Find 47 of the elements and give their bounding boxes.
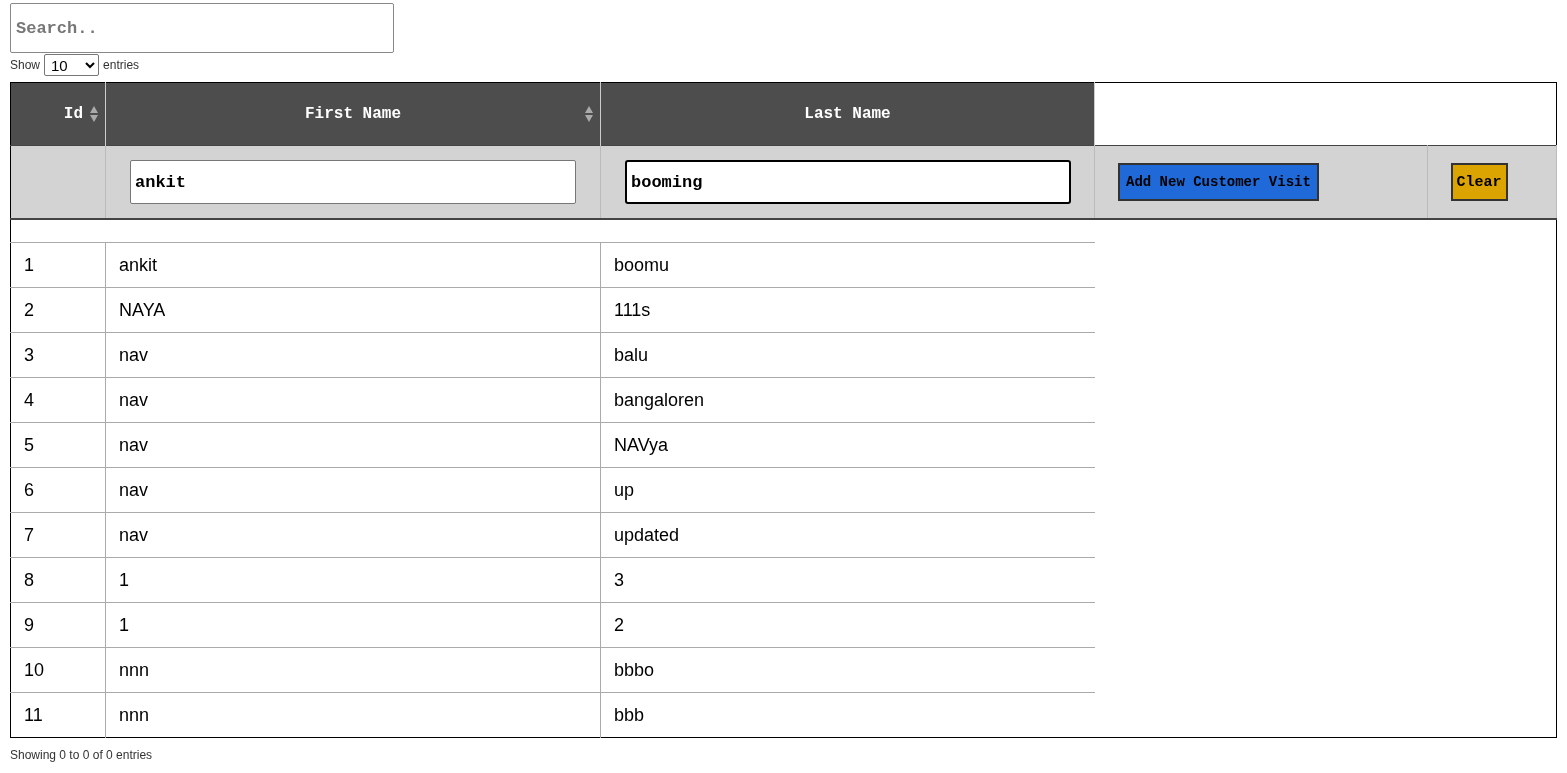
search-field[interactable]: Search.. xyxy=(10,3,394,53)
table-cell: bbbo xyxy=(600,647,1095,693)
table-cell: bbb xyxy=(600,692,1095,738)
table-cell: 111s xyxy=(600,287,1095,333)
table-cell: 1 xyxy=(10,242,106,288)
table-cell: up xyxy=(600,467,1095,513)
table-cell: 9 xyxy=(10,602,106,648)
table-cell: balu xyxy=(600,332,1095,378)
table-cell: 3 xyxy=(600,557,1095,603)
table-cell: nnn xyxy=(105,692,601,738)
column-header[interactable]: Id xyxy=(10,82,106,146)
table-cell: 2 xyxy=(10,287,106,333)
entries-info: Showing 0 to 0 of 0 entries xyxy=(10,748,154,762)
clear-button[interactable]: Clear xyxy=(1450,163,1508,201)
table-cell: boomu xyxy=(600,242,1095,288)
table-cell: 6 xyxy=(10,467,106,513)
entries-label: entries xyxy=(103,58,140,72)
table-cell: nav xyxy=(105,467,601,513)
table-cell: 4 xyxy=(10,377,106,423)
table-cell: NAVya xyxy=(600,422,1095,468)
table-cell: nnn xyxy=(105,647,601,693)
table-cell: bangaloren xyxy=(600,377,1095,423)
table-cell: nav xyxy=(105,332,601,378)
table-cell: 2 xyxy=(600,602,1095,648)
table-cell: nav xyxy=(105,512,601,558)
column-header[interactable]: First Name xyxy=(105,82,601,146)
entries-dropdown[interactable]: 10 xyxy=(44,54,100,76)
table-cell: 5 xyxy=(10,422,106,468)
last-name-field[interactable]: booming xyxy=(625,160,1071,204)
first-name-field[interactable]: ankit xyxy=(130,160,576,204)
sort-icon xyxy=(584,105,594,123)
table-cell: 7 xyxy=(10,512,106,558)
table-cell: ankit xyxy=(105,242,601,288)
sort-icon xyxy=(89,105,99,123)
show-label: Show xyxy=(10,58,41,72)
table-cell: updated xyxy=(600,512,1095,558)
table-cell: 3 xyxy=(10,332,106,378)
add-visit-button[interactable]: Add New Customer Visit xyxy=(1118,163,1319,201)
table-cell: 10 xyxy=(10,647,106,693)
table-cell: 8 xyxy=(10,557,106,603)
table-cell: 11 xyxy=(10,692,106,738)
table-cell: nav xyxy=(105,377,601,423)
column-header: Last Name xyxy=(600,82,1095,146)
table-cell: NAYA xyxy=(105,287,601,333)
table-cell: 1 xyxy=(105,557,601,603)
table-cell: 1 xyxy=(105,602,601,648)
table-cell: nav xyxy=(105,422,601,468)
